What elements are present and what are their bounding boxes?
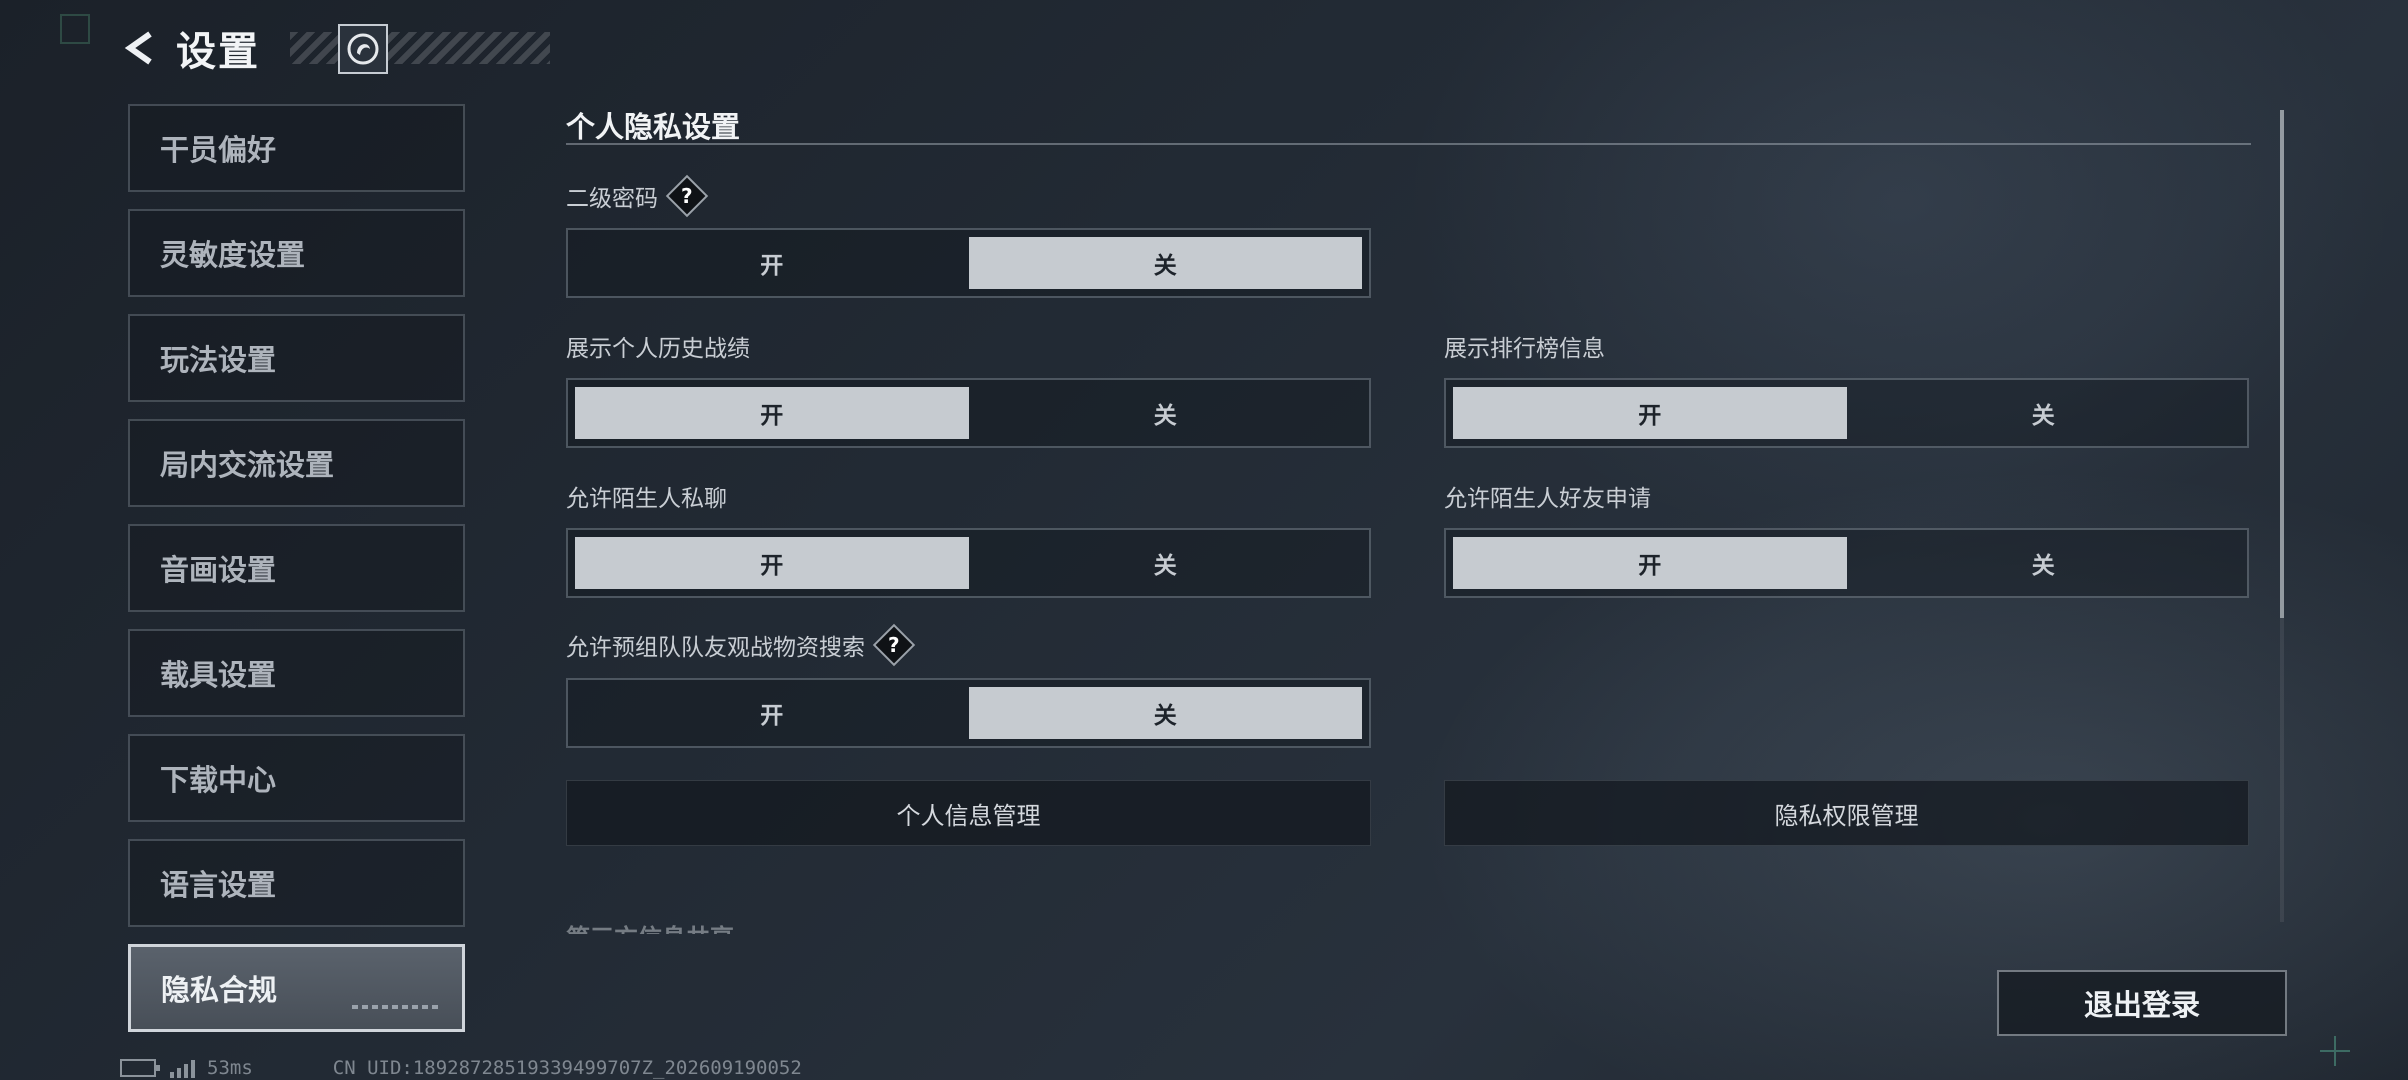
section-title: 个人隐私设置 [566, 110, 741, 144]
setting-label-secondary-password: 二级密码 ? [566, 174, 709, 218]
help-icon[interactable]: ? [665, 174, 709, 218]
toggle-stranger-chat: 开 关 [566, 528, 1371, 598]
sidebar-item-label: 载具设置 [160, 658, 277, 692]
setting-label-show-leaderboard: 展示排行榜信息 [1444, 328, 1605, 364]
sidebar-item-operator-preference[interactable]: 干员偏好 [128, 104, 465, 192]
section-divider [566, 143, 2251, 145]
privacy-permission-management-button[interactable]: 隐私权限管理 [1444, 780, 2249, 846]
chevron-left-icon [124, 31, 152, 65]
ping-value: 53ms [207, 1057, 253, 1079]
sidebar-item-label: 隐私合规 [161, 973, 278, 1007]
setting-label-text: 允许预组队队友观战物资搜索 [566, 635, 865, 661]
toggle-off-option[interactable]: 关 [1847, 387, 2241, 439]
battery-icon [120, 1059, 160, 1077]
signal-icon [170, 1058, 195, 1078]
setting-label-teammate-spectate-search: 允许预组队队友观战物资搜索 ? [566, 623, 916, 667]
toggle-off-option[interactable]: 关 [1847, 537, 2241, 589]
scrollbar-thumb[interactable] [2280, 110, 2284, 618]
sidebar-item-label: 干员偏好 [160, 133, 277, 167]
personal-info-management-button[interactable]: 个人信息管理 [566, 780, 1371, 846]
setting-label-show-history: 展示个人历史战绩 [566, 328, 750, 364]
sidebar-item-label: 灵敏度设置 [160, 238, 306, 272]
toggle-off-option[interactable]: 关 [968, 237, 1362, 289]
toggle-on-option[interactable]: 开 [575, 237, 969, 289]
sidebar-item-vehicle[interactable]: 载具设置 [128, 629, 465, 717]
status-bar: 53ms CN UID:18928728519339499707Z_202609… [120, 1056, 802, 1080]
page-title: 设置 [176, 29, 260, 75]
toggle-off-option[interactable]: 关 [968, 687, 1362, 739]
user-uid: CN UID:18928728519339499707Z_20260919005… [332, 1057, 802, 1079]
sidebar-item-label: 音画设置 [160, 553, 277, 587]
profile-badge-icon [347, 33, 379, 65]
corner-plus-decoration [2320, 1036, 2350, 1066]
setting-label-text: 二级密码 [566, 186, 658, 212]
header-hatch-decoration [290, 32, 550, 64]
toggle-show-leaderboard: 开 关 [1444, 378, 2249, 448]
scrollbar[interactable] [2280, 110, 2284, 922]
sidebar-item-label: 玩法设置 [160, 343, 277, 377]
back-button[interactable] [118, 26, 162, 70]
profile-badge[interactable] [338, 24, 388, 74]
toggle-on-option[interactable]: 开 [575, 537, 969, 589]
header: 设置 [118, 18, 260, 78]
toggle-secondary-password: 开 关 [566, 228, 1371, 298]
setting-label-text: 允许陌生人私聊 [566, 486, 727, 512]
toggle-on-option[interactable]: 开 [1453, 387, 1847, 439]
toggle-off-option[interactable]: 关 [969, 387, 1363, 439]
sidebar-item-audio-video[interactable]: 音画设置 [128, 524, 465, 612]
toggle-on-option[interactable]: 开 [575, 687, 969, 739]
toggle-stranger-friend-request: 开 关 [1444, 528, 2249, 598]
toggle-off-option[interactable]: 关 [969, 537, 1363, 589]
setting-label-text: 允许陌生人好友申请 [1444, 486, 1651, 512]
sidebar-item-label: 局内交流设置 [160, 448, 335, 482]
sidebar-item-sensitivity[interactable]: 灵敏度设置 [128, 209, 465, 297]
sidebar-item-language[interactable]: 语言设置 [128, 839, 465, 927]
toggle-on-option[interactable]: 开 [575, 387, 969, 439]
setting-label-text: 展示排行榜信息 [1444, 336, 1605, 362]
help-icon[interactable]: ? [872, 623, 916, 667]
sidebar-item-download-center[interactable]: 下载中心 [128, 734, 465, 822]
sidebar-item-gameplay[interactable]: 玩法设置 [128, 314, 465, 402]
toggle-show-history: 开 关 [566, 378, 1371, 448]
toggle-teammate-spectate-search: 开 关 [566, 678, 1371, 748]
logout-button[interactable]: 退出登录 [1997, 970, 2287, 1036]
sidebar-item-in-game-communication[interactable]: 局内交流设置 [128, 419, 465, 507]
corner-decoration [60, 14, 90, 44]
sidebar-item-privacy-compliance[interactable]: 隐私合规 [128, 944, 465, 1032]
toggle-on-option[interactable]: 开 [1453, 537, 1847, 589]
setting-label-text: 展示个人历史战绩 [566, 336, 750, 362]
setting-label-stranger-friend-request: 允许陌生人好友申请 [1444, 478, 1651, 514]
sidebar-item-label: 语言设置 [160, 868, 277, 902]
setting-label-stranger-chat: 允许陌生人私聊 [566, 478, 727, 514]
sidebar-item-label: 下载中心 [160, 763, 277, 797]
next-section-title-partial: 第三方信息共享 [566, 918, 766, 934]
